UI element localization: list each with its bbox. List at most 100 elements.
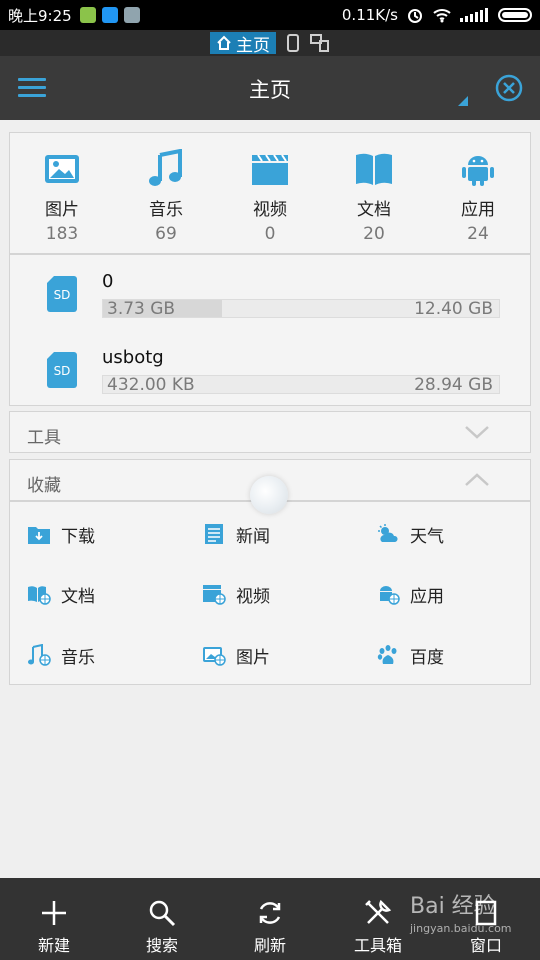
android-icon	[462, 156, 494, 186]
storage-total: 12.40 GB	[414, 299, 493, 319]
storage-name: 0	[102, 271, 114, 292]
baidu-watermark: Bai 经验 jingyan.baidu.com	[410, 888, 512, 935]
favorite-baidu[interactable]: 百度	[376, 635, 444, 675]
favorite-name: 视频	[236, 586, 270, 607]
sd-card-label: SD	[54, 364, 71, 378]
category-music[interactable]: 音乐 69	[114, 133, 218, 253]
favorite-documents[interactable]: 文档	[27, 574, 95, 614]
search-button[interactable]: 搜索	[108, 878, 216, 960]
storage-panel: SD 0 3.73 GB 12.40 GB SD usbotg 432.00 K…	[9, 254, 531, 406]
baidu-icon	[377, 645, 397, 664]
music-icon	[149, 149, 182, 186]
favorite-weather[interactable]: 天气	[376, 514, 444, 554]
close-icon[interactable]	[494, 73, 524, 103]
category-documents[interactable]: 文档 20	[322, 133, 426, 253]
notification-app-icon	[79, 7, 96, 23]
status-bar: 晚上9:25 0.11K/s	[0, 0, 540, 30]
favorite-name: 下载	[61, 526, 95, 547]
download-folder-icon	[28, 527, 50, 544]
favorite-download[interactable]: 下载	[27, 514, 95, 554]
dropdown-indicator-icon[interactable]	[458, 96, 468, 106]
category-images[interactable]: 图片 183	[10, 133, 114, 253]
category-count: 24	[467, 224, 489, 244]
battery-icon	[498, 8, 532, 22]
category-count: 0	[264, 224, 276, 244]
music-web-icon	[28, 644, 51, 666]
favorite-name: 文档	[61, 586, 95, 607]
category-name: 文档	[357, 200, 391, 220]
notification-app-icon	[101, 7, 118, 23]
sd-card-icon: SD	[47, 276, 77, 312]
category-name: 音乐	[149, 200, 183, 220]
document-web-icon	[28, 586, 51, 605]
search-icon	[149, 900, 176, 927]
favorite-news[interactable]: 新闻	[202, 514, 270, 554]
alarm-icon	[408, 9, 422, 23]
new-button[interactable]: 新建	[0, 878, 108, 960]
category-panel: 图片 183 音乐 69 视频 0 文档 20 应用 24	[9, 132, 531, 254]
refresh-button[interactable]: 刷新	[216, 878, 324, 960]
favorite-images[interactable]: 图片	[202, 635, 270, 675]
favorites-panel: 下载 新闻 天气 文档 视频 应用 音乐 图片 百度	[9, 501, 531, 685]
favorite-apps[interactable]: 应用	[376, 574, 444, 614]
favorite-name: 新闻	[236, 526, 270, 547]
storage-item-0[interactable]: SD 0 3.73 GB 12.40 GB	[10, 255, 530, 331]
wifi-icon	[433, 9, 451, 23]
app-web-icon	[380, 586, 400, 605]
category-count: 183	[45, 224, 79, 244]
storage-used: 3.73 GB	[107, 299, 176, 319]
plus-icon	[42, 901, 66, 925]
category-name: 图片	[45, 200, 79, 220]
favorite-name: 百度	[410, 647, 444, 668]
favorite-video[interactable]: 视频	[202, 574, 270, 614]
favorites-section-label: 收藏	[27, 476, 61, 496]
video-web-icon	[203, 585, 226, 605]
loading-spinner	[250, 476, 288, 514]
favorite-music[interactable]: 音乐	[27, 635, 95, 675]
chevron-up-icon[interactable]	[464, 472, 490, 488]
storage-usage-bar: 432.00 KB 28.94 GB	[102, 375, 500, 395]
watermark-main: Bai 经验	[410, 894, 496, 919]
location-home-tab[interactable]: 主页	[210, 32, 276, 56]
storage-used: 432.00 KB	[107, 375, 195, 395]
category-name: 应用	[461, 200, 495, 220]
video-icon	[252, 154, 288, 185]
category-count: 20	[363, 224, 385, 244]
favorite-name: 天气	[410, 526, 444, 547]
app-header: 主页	[0, 56, 540, 120]
phone-icon[interactable]	[286, 34, 300, 52]
refresh-button-label: 刷新	[253, 936, 286, 955]
category-name: 视频	[253, 200, 287, 220]
storage-item-usbotg[interactable]: SD usbotg 432.00 KB 28.94 GB	[10, 331, 530, 407]
weather-icon	[378, 524, 398, 542]
news-icon	[205, 524, 223, 544]
watermark-sub: jingyan.baidu.com	[410, 922, 512, 935]
favorite-name: 音乐	[61, 647, 95, 668]
window-button-label: 窗口	[469, 936, 502, 955]
favorite-name: 图片	[236, 647, 270, 668]
category-count: 69	[155, 224, 177, 244]
storage-name: usbotg	[102, 347, 164, 368]
category-video[interactable]: 视频 0	[218, 133, 322, 253]
network-speed: 0.11K/s	[341, 6, 398, 24]
search-button-label: 搜索	[145, 936, 178, 955]
notification-app-icon	[123, 7, 140, 23]
toolbox-button-label: 工具箱	[353, 936, 402, 955]
favorite-name: 应用	[410, 586, 444, 607]
tools-section-label: 工具	[27, 428, 61, 448]
home-icon	[217, 35, 231, 50]
chevron-down-icon[interactable]	[464, 424, 490, 440]
sd-card-label: SD	[54, 288, 71, 302]
image-icon	[45, 155, 79, 183]
category-apps[interactable]: 应用 24	[426, 133, 530, 253]
signal-icon	[460, 8, 488, 22]
storage-total: 28.94 GB	[414, 375, 493, 395]
refresh-icon	[259, 902, 281, 924]
location-home-label: 主页	[236, 35, 270, 56]
tools-section-header[interactable]: 工具	[9, 411, 531, 453]
new-button-label: 新建	[37, 936, 70, 955]
status-time: 晚上9:25	[8, 6, 72, 25]
storage-usage-bar: 3.73 GB 12.40 GB	[102, 299, 500, 319]
sd-card-icon: SD	[47, 352, 77, 388]
devices-icon[interactable]	[310, 34, 330, 52]
